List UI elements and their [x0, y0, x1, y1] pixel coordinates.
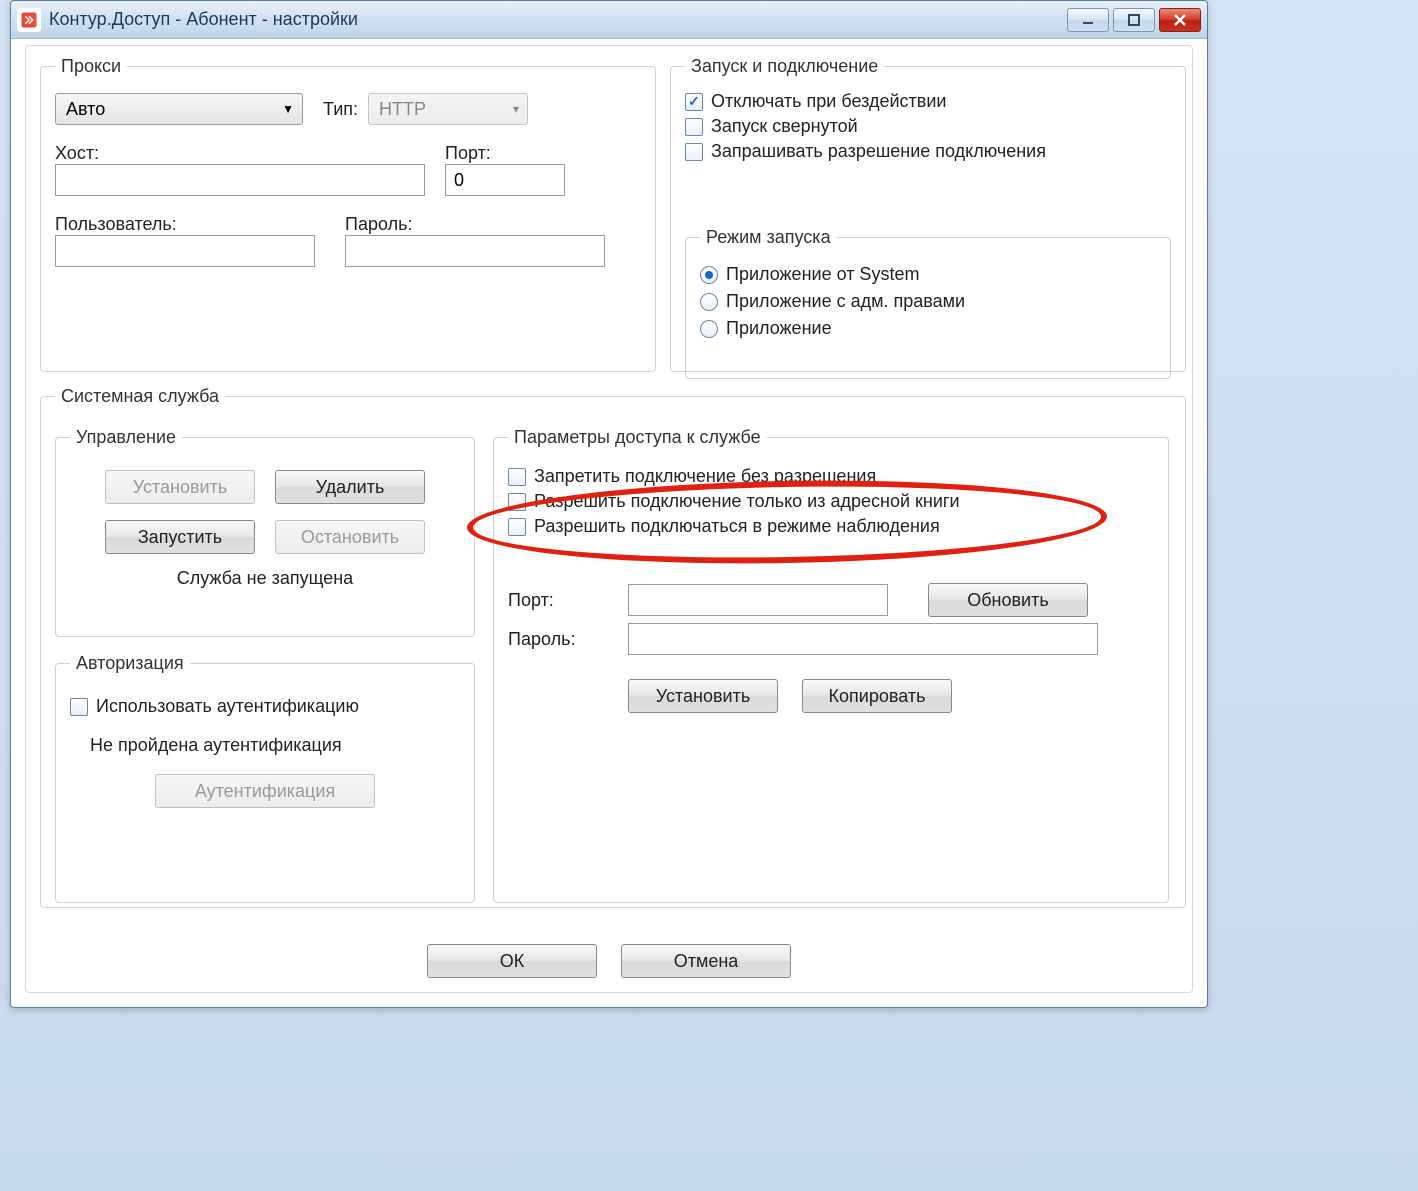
proxy-port-input[interactable] — [445, 164, 565, 196]
proxy-user-label: Пользователь: — [55, 214, 335, 235]
maximize-button[interactable] — [1113, 8, 1155, 32]
auth-button: Аутентификация — [155, 774, 375, 808]
access-set-button[interactable]: Установить — [628, 679, 778, 713]
proxy-mode-value: Авто — [66, 99, 105, 120]
service-status: Служба не запущена — [70, 568, 460, 589]
app-icon — [17, 8, 41, 32]
access-port-label: Порт: — [508, 590, 618, 611]
launch-mode-system-radio[interactable] — [700, 266, 718, 284]
ask-permission-label: Запрашивать разрешение подключения — [711, 141, 1046, 162]
proxy-user-input[interactable] — [55, 235, 315, 267]
refresh-button[interactable]: Обновить — [928, 583, 1088, 617]
access-password-input[interactable] — [628, 623, 1098, 655]
launch-mode-app-radio[interactable] — [700, 320, 718, 338]
access-port-input[interactable] — [628, 584, 888, 616]
close-button[interactable] — [1159, 8, 1201, 32]
proxy-group: Прокси Авто ▼ Тип: HTTP ▾ Хост: Порт: — [40, 56, 656, 372]
manage-legend: Управление — [70, 427, 182, 448]
start-minimized-label: Запуск свернутой — [711, 116, 858, 137]
launch-mode-admin-radio[interactable] — [700, 293, 718, 311]
service-stop-button: Остановить — [275, 520, 425, 554]
ok-button[interactable]: ОК — [427, 944, 597, 978]
auth-status: Не пройдена аутентификация — [90, 735, 460, 756]
titlebar[interactable]: Контур.Доступ - Абонент - настройки — [11, 1, 1207, 39]
startup-legend: Запуск и подключение — [685, 56, 884, 77]
auth-group: Авторизация Использовать аутентификацию … — [55, 653, 475, 903]
allow-observe-checkbox[interactable] — [508, 518, 526, 536]
proxy-password-input[interactable] — [345, 235, 605, 267]
chevron-down-icon: ▼ — [282, 102, 294, 116]
access-password-label: Пароль: — [508, 629, 618, 650]
service-delete-button[interactable]: Удалить — [275, 470, 425, 504]
startup-group: Запуск и подключение ✓ Отключать при без… — [670, 56, 1186, 372]
proxy-type-select: HTTP ▾ — [368, 93, 528, 125]
window-title: Контур.Доступ - Абонент - настройки — [49, 9, 358, 30]
only-address-book-checkbox[interactable] — [508, 493, 526, 511]
proxy-password-label: Пароль: — [345, 214, 605, 235]
service-legend: Системная служба — [55, 386, 225, 407]
launch-mode-admin-label: Приложение с адм. правами — [726, 291, 965, 312]
proxy-mode-select[interactable]: Авто ▼ — [55, 93, 303, 125]
access-group: Параметры доступа к службе Запретить под… — [493, 427, 1169, 903]
launch-mode-system-label: Приложение от System — [726, 264, 919, 285]
cancel-button[interactable]: Отмена — [621, 944, 791, 978]
dialog-footer: ОК Отмена — [26, 944, 1192, 978]
proxy-type-label: Тип: — [323, 99, 358, 120]
proxy-host-input[interactable] — [55, 164, 425, 196]
auth-legend: Авторизация — [70, 653, 190, 674]
service-start-button[interactable]: Запустить — [105, 520, 255, 554]
idle-disconnect-label: Отключать при бездействии — [711, 91, 946, 112]
start-minimized-checkbox[interactable] — [685, 118, 703, 136]
proxy-type-value: HTTP — [379, 99, 426, 120]
forbid-no-perm-label: Запретить подключение без разрешения — [534, 466, 876, 487]
launch-mode-group: Режим запуска Приложение от System Прило… — [685, 227, 1171, 379]
minimize-button[interactable] — [1067, 8, 1109, 32]
launch-mode-app-label: Приложение — [726, 318, 832, 339]
service-install-button: Установить — [105, 470, 255, 504]
proxy-legend: Прокси — [55, 56, 127, 77]
manage-group: Управление Установить Удалить Запустить … — [55, 427, 475, 637]
only-address-book-label: Разрешить подключение только из адресной… — [534, 491, 960, 512]
access-legend: Параметры доступа к службе — [508, 427, 767, 448]
chevron-down-icon: ▾ — [513, 102, 519, 116]
idle-disconnect-checkbox[interactable]: ✓ — [685, 93, 703, 111]
forbid-no-perm-checkbox[interactable] — [508, 468, 526, 486]
service-group: Системная служба Управление Установить У… — [40, 386, 1186, 908]
allow-observe-label: Разрешить подключаться в режиме наблюден… — [534, 516, 940, 537]
content-panel: Прокси Авто ▼ Тип: HTTP ▾ Хост: Порт: — [25, 45, 1193, 993]
access-copy-button[interactable]: Копировать — [802, 679, 952, 713]
ask-permission-checkbox[interactable] — [685, 143, 703, 161]
proxy-host-label: Хост: — [55, 143, 435, 164]
proxy-port-label: Порт: — [445, 143, 565, 164]
settings-window: Контур.Доступ - Абонент - настройки Прок… — [10, 0, 1208, 1008]
use-auth-label: Использовать аутентификацию — [96, 696, 359, 717]
use-auth-checkbox[interactable] — [70, 698, 88, 716]
launch-mode-legend: Режим запуска — [700, 227, 837, 248]
